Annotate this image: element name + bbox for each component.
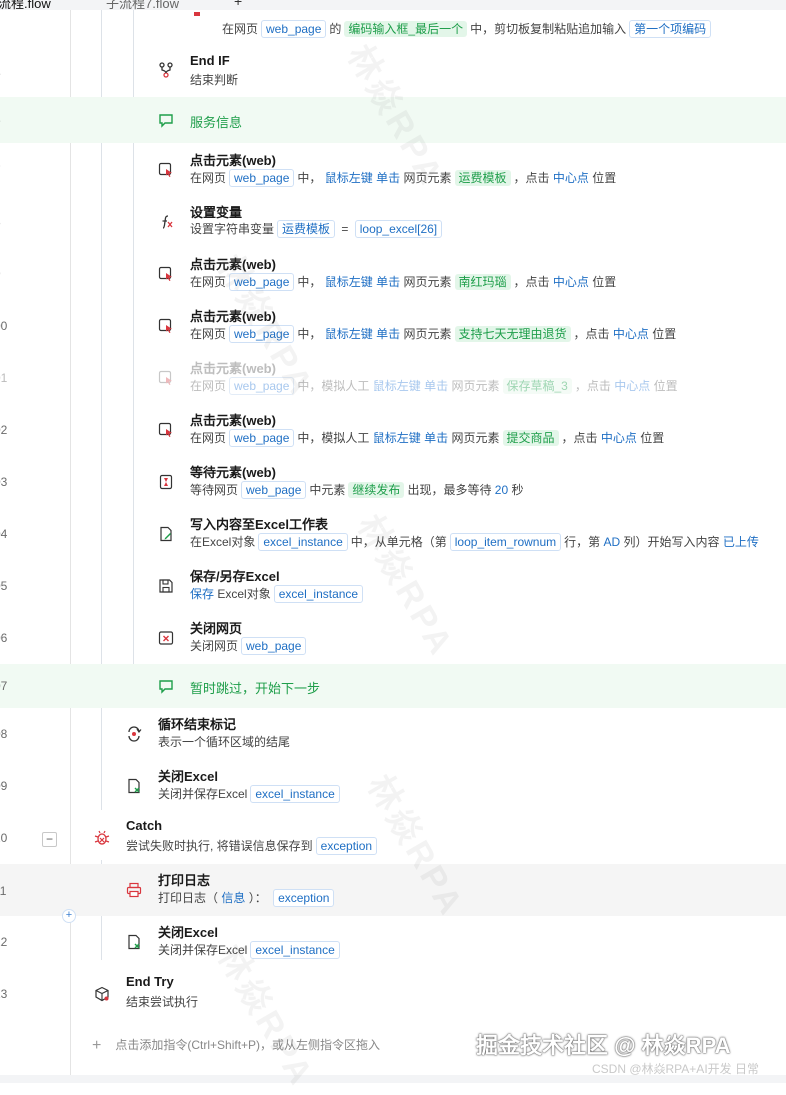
command-desc: 打印日志（ 信息 ）： exception bbox=[158, 888, 337, 908]
add-command-text: 点击添加指令(Ctrl+Shift+P)，或从左侧指令区拖入 bbox=[115, 1038, 381, 1052]
printer-icon bbox=[126, 882, 142, 898]
command-desc: 关闭网页 web_page bbox=[190, 636, 309, 656]
command-row-click-element[interactable]: 7 点击元素(web) 在网页web_page中， 鼠标左键 单击 网页元素运费… bbox=[0, 148, 786, 198]
line-number: 00 bbox=[0, 319, 8, 333]
add-command-prompt[interactable]: + 点击添加指令(Ctrl+Shift+P)，或从左侧指令区拖入 bbox=[92, 1036, 380, 1055]
click-element-icon bbox=[158, 422, 174, 438]
command-desc: 尝试失败时执行, 将错误信息保存到 exception bbox=[126, 836, 380, 856]
line-number: 04 bbox=[0, 527, 8, 541]
command-desc: 保存 Excel对象 excel_instance bbox=[190, 584, 366, 604]
line-number: 9 bbox=[0, 267, 24, 281]
csdn-watermark: CSDN @林焱RPA+AI开发 日常 bbox=[592, 1062, 759, 1076]
command-title: Catch bbox=[126, 818, 163, 833]
line-number: 05 bbox=[0, 579, 8, 593]
command-title: End Try bbox=[126, 974, 174, 989]
command-title: 关闭Excel bbox=[158, 769, 218, 784]
command-desc: 等待网页 web_page 中元素 继续发布 出现，最多等待 20 秒 bbox=[190, 481, 524, 499]
command-row-click-element[interactable]: 02 点击元素(web) 在网页web_page中，模拟人工 鼠标左键 单击 网… bbox=[0, 408, 786, 458]
command-row-loop-end[interactable]: 08 循环结束标记 表示一个循环区域的结尾 bbox=[0, 712, 786, 762]
branch-icon bbox=[158, 62, 174, 78]
line-number: 06 bbox=[0, 631, 8, 645]
command-title: 写入内容至Excel工作表 bbox=[190, 517, 328, 532]
command-row-click-element-disabled[interactable]: 01 点击元素(web) 在网页web_page中，模拟人工 鼠标左键 单击 网… bbox=[0, 356, 786, 406]
click-element-icon bbox=[158, 266, 174, 282]
line-number: 12 bbox=[0, 935, 8, 949]
line-number: 5 bbox=[0, 66, 24, 80]
command-title: End IF bbox=[190, 53, 230, 68]
command-title: 循环结束标记 bbox=[158, 717, 237, 732]
click-element-icon bbox=[158, 370, 174, 386]
command-row-end-try[interactable]: 13 End Try 结束尝试执行 bbox=[0, 972, 786, 1022]
tab-main-flow[interactable]: 流程.flow bbox=[0, 0, 51, 10]
excel-close-icon bbox=[126, 934, 142, 950]
loop-end-icon bbox=[126, 726, 142, 742]
command-row-close-excel[interactable]: 12 关闭Excel 关闭并保存Excelexcel_instance bbox=[0, 920, 786, 970]
comment-text: 暂时跳过，开始下一步 bbox=[190, 681, 321, 696]
excel-write-icon bbox=[158, 526, 174, 542]
click-element-icon bbox=[158, 318, 174, 334]
command-row-print-log[interactable]: 11 打印日志 打印日志（ 信息 ）： exception bbox=[0, 864, 786, 916]
command-title: 保存/另存Excel bbox=[190, 569, 280, 584]
line-number: 09 bbox=[0, 779, 8, 793]
click-element-icon bbox=[158, 162, 174, 178]
comment-row[interactable]: 07 暂时跳过，开始下一步 bbox=[0, 664, 786, 708]
command-title: 点击元素(web) bbox=[190, 413, 276, 428]
editor-tab-bar: 流程.flow 子流程7.flow + bbox=[0, 0, 786, 10]
line-number: 08 bbox=[0, 727, 8, 741]
line-number: 6 bbox=[0, 113, 24, 127]
command-desc: 结束判断 bbox=[190, 73, 239, 87]
brand-watermark: 掘金技术社区 @ 林焱RPA bbox=[476, 1033, 731, 1058]
command-row-click-element[interactable]: 9 点击元素(web) 在网页web_page中， 鼠标左键 单击 网页元素南红… bbox=[0, 252, 786, 302]
comment-icon bbox=[158, 678, 174, 694]
box-icon bbox=[94, 986, 110, 1002]
tab-subflow-7[interactable]: 子流程7.flow bbox=[106, 0, 179, 10]
hourglass-icon bbox=[158, 474, 174, 490]
command-desc: 在网页 web_page 中，模拟人工 鼠标左键 单击 网页元素 提交商品 ，点击 中心… bbox=[190, 429, 665, 447]
line-number: 01 bbox=[0, 371, 8, 385]
command-desc: 设置字符串变量 运费模板 = loop_excel[26] bbox=[190, 219, 445, 239]
command-desc: 关闭并保存Excel excel_instance bbox=[158, 784, 343, 804]
line-number: 10 bbox=[0, 831, 8, 845]
command-row-wait-element[interactable]: 03 等待元素(web) 等待网页web_page中元素继续发布出现，最多等待 … bbox=[0, 460, 786, 510]
close-page-icon bbox=[158, 630, 174, 646]
collapse-toggle-button[interactable]: − bbox=[42, 832, 57, 847]
line-number: 11 bbox=[0, 884, 7, 898]
bug-icon bbox=[94, 830, 110, 846]
command-title: 打印日志 bbox=[158, 873, 211, 888]
new-tab-button[interactable]: + bbox=[234, 0, 242, 9]
comment-text: 服务信息 bbox=[190, 115, 243, 130]
line-number: 03 bbox=[0, 475, 8, 489]
command-title: 关闭网页 bbox=[190, 621, 243, 636]
command-row-close-page[interactable]: 06 关闭网页 关闭网页web_page bbox=[0, 616, 786, 666]
command-title: 关闭Excel bbox=[158, 925, 218, 940]
command-title: 等待元素(web) bbox=[190, 465, 276, 480]
command-title: 点击元素(web) bbox=[190, 153, 276, 168]
comment-icon bbox=[158, 112, 174, 128]
command-desc: 结束尝试执行 bbox=[126, 995, 199, 1009]
line-number: 8 bbox=[0, 215, 24, 229]
command-row-set-variable[interactable]: 8 设置变量 设置字符串变量运费模板 = loop_excel[26] bbox=[0, 200, 786, 250]
excel-close-icon bbox=[126, 778, 142, 794]
click-element-icon bbox=[191, 12, 203, 18]
command-desc: 在Excel对象 excel_instance 中，从单元格（第 loop_item_… bbox=[190, 533, 759, 551]
command-row-partial[interactable]: 在网页 web_page 的编码输入框_最后一个 中，剪切板复制粘贴追加输入 第一个项编… bbox=[0, 10, 786, 40]
add-icon: + bbox=[92, 1036, 102, 1054]
line-number: 02 bbox=[0, 423, 8, 437]
line-number: 7 bbox=[0, 163, 24, 177]
fx-variable-icon bbox=[158, 214, 174, 230]
command-desc: 表示一个循环区域的结尾 bbox=[158, 735, 291, 749]
command-row-click-element[interactable]: 00 点击元素(web) 在网页web_page中， 鼠标左键 单击 网页元素支… bbox=[0, 304, 786, 354]
line-number: 13 bbox=[0, 987, 8, 1001]
floppy-disk-icon bbox=[158, 578, 174, 594]
command-desc: 在网页 web_page 中，模拟人工 鼠标左键 单击 网页元素 保存草稿_3 ，点击 … bbox=[190, 377, 678, 395]
line-number: 07 bbox=[0, 679, 8, 693]
